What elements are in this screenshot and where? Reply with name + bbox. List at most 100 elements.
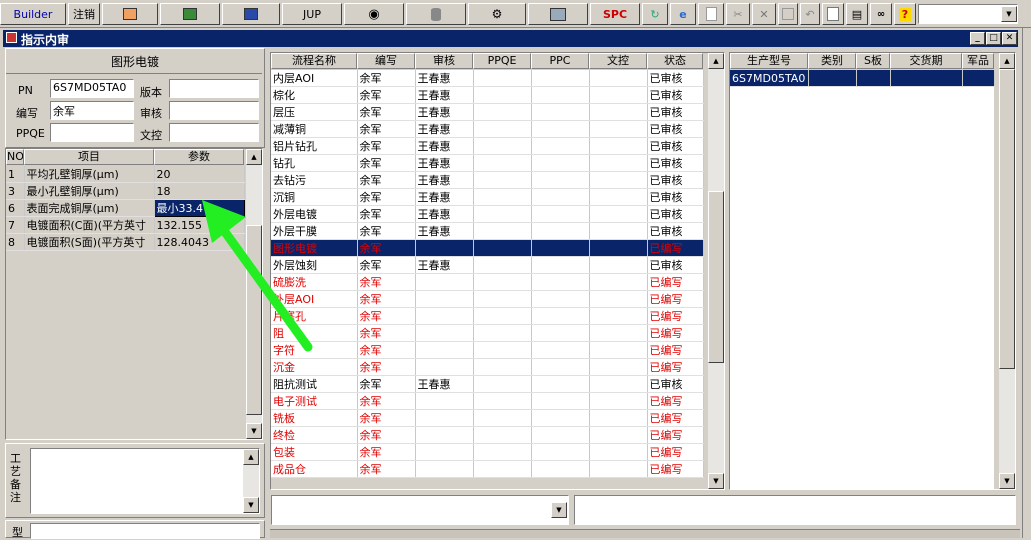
flow-reviewer-cell[interactable]: 王春惠: [415, 171, 474, 189]
flow-docctrl-cell[interactable]: [589, 188, 648, 206]
flow-reviewer-cell[interactable]: 王春惠: [415, 70, 474, 87]
flow-status-cell[interactable]: 已审核: [647, 222, 704, 240]
flow-reviewer-cell[interactable]: [415, 358, 474, 376]
flow-ppqe-cell[interactable]: [473, 154, 532, 172]
table-row[interactable]: 棕化 余军 王春惠 已审核: [271, 86, 704, 104]
flow-ppc-cell[interactable]: [531, 205, 590, 223]
flow-status-cell[interactable]: 已审核: [647, 86, 704, 104]
param-no-cell[interactable]: 6: [6, 199, 25, 217]
table-row[interactable]: 片塞孔余军已编写: [271, 307, 704, 325]
flow-author-cell[interactable]: 余军: [357, 188, 416, 206]
table-row[interactable]: 成品仓 余军 已编写: [271, 460, 704, 478]
flow-ppc-cell[interactable]: [531, 324, 590, 342]
bottom-combo[interactable]: ▼: [271, 495, 569, 525]
chevron-down-icon[interactable]: ▼: [1001, 6, 1017, 22]
flow-status-cell[interactable]: 已编写: [647, 358, 704, 376]
flow-reviewer-cell[interactable]: [415, 392, 474, 410]
param-item-cell[interactable]: 电镀面积(S面)(平方英寸: [24, 233, 155, 251]
flow-docctrl-cell[interactable]: [589, 239, 648, 257]
table-row[interactable]: 外层AOI 余军 已编写: [271, 290, 704, 308]
flow-col-name[interactable]: 流程名称: [271, 53, 357, 69]
table-row[interactable]: 外层干膜 余军 王春惠 已审核: [271, 222, 704, 240]
flow-ppc-cell[interactable]: [531, 137, 590, 155]
flow-author-cell[interactable]: 余军: [357, 460, 416, 478]
flow-docctrl-cell[interactable]: [589, 341, 648, 359]
product-col-model[interactable]: 生产型号: [730, 53, 808, 69]
toolbar-combo[interactable]: ▼: [918, 4, 1018, 24]
flow-ppqe-cell[interactable]: [473, 358, 532, 376]
flow-ppqe-cell[interactable]: [473, 205, 532, 223]
flow-ppc-cell[interactable]: [531, 443, 590, 461]
param-col-no[interactable]: NO: [6, 149, 24, 165]
powerpoint-button[interactable]: [102, 3, 158, 25]
flow-status-cell[interactable]: 已编写: [647, 239, 704, 257]
flow-status-cell[interactable]: 已编写: [647, 341, 704, 359]
scroll-down-icon[interactable]: ▼: [708, 473, 724, 489]
flow-docctrl-cell[interactable]: [589, 120, 648, 138]
minimize-button[interactable]: _: [970, 32, 985, 45]
flow-ppc-cell[interactable]: [531, 409, 590, 427]
flow-name-cell[interactable]: 减薄铜: [271, 120, 358, 138]
param-no-cell[interactable]: 1: [6, 166, 25, 183]
flow-ppqe-cell[interactable]: [473, 426, 532, 444]
flow-ppc-cell[interactable]: [531, 426, 590, 444]
flow-status-cell[interactable]: 已审核: [647, 256, 704, 274]
eye-button[interactable]: ◉: [344, 3, 404, 25]
flow-name-cell[interactable]: 终检: [271, 426, 358, 444]
table-row[interactable]: 6S7MD05TA0: [730, 70, 995, 87]
table-row[interactable]: 包装 余军 已编写: [271, 443, 704, 461]
param-no-cell[interactable]: 7: [6, 216, 25, 234]
flow-status-cell[interactable]: 已审核: [647, 188, 704, 206]
refresh-button[interactable]: ↻: [642, 3, 668, 25]
flow-reviewer-cell[interactable]: 王春惠: [415, 205, 474, 223]
flow-docctrl-cell[interactable]: [589, 137, 648, 155]
flow-author-cell[interactable]: 余军: [357, 273, 416, 291]
flow-author-cell[interactable]: 余军: [357, 409, 416, 427]
scroll-thumb[interactable]: [708, 191, 724, 363]
flow-name-cell[interactable]: 钻孔: [271, 154, 358, 172]
flow-status-cell[interactable]: 已编写: [647, 392, 704, 410]
flow-name-cell[interactable]: 内层AOI: [271, 70, 358, 87]
flow-status-cell[interactable]: 已编写: [647, 426, 704, 444]
flow-docctrl-cell[interactable]: [589, 426, 648, 444]
flow-docctrl-cell[interactable]: [589, 154, 648, 172]
product-col-category[interactable]: 类别: [808, 53, 856, 69]
computer-button[interactable]: [528, 3, 588, 25]
flow-ppc-cell[interactable]: [531, 120, 590, 138]
flow-docctrl-cell[interactable]: [589, 409, 648, 427]
flow-docctrl-cell[interactable]: [589, 392, 648, 410]
flow-docctrl-cell[interactable]: [589, 86, 648, 104]
chevron-down-icon[interactable]: ▼: [551, 502, 567, 518]
flow-docctrl-cell[interactable]: [589, 70, 648, 87]
flow-ppc-cell[interactable]: [531, 103, 590, 121]
flow-author-cell[interactable]: 余军: [357, 239, 416, 257]
param-item-cell[interactable]: 平均孔壁铜厚(μm): [24, 166, 155, 183]
flow-author-cell[interactable]: 余军: [357, 205, 416, 223]
flow-ppc-cell[interactable]: [531, 290, 590, 308]
builder-button[interactable]: Builder: [0, 3, 66, 25]
table-row[interactable]: 铣板 余军 已编写: [271, 409, 704, 427]
jup-button[interactable]: JUP: [282, 3, 342, 25]
flow-status-cell[interactable]: 已审核: [647, 171, 704, 189]
flow-ppc-cell[interactable]: [531, 188, 590, 206]
table-row[interactable]: 外层蚀刻 余军 王春惠 已审核: [271, 256, 704, 274]
flow-docctrl-cell[interactable]: [589, 358, 648, 376]
flow-col-reviewer[interactable]: 审核: [415, 53, 473, 69]
logout-button[interactable]: 注销: [68, 3, 100, 25]
flow-author-cell[interactable]: 余军: [357, 358, 416, 376]
flow-name-cell[interactable]: 阻抗测试: [271, 375, 358, 393]
preview-button[interactable]: [822, 3, 844, 25]
flow-ppqe-cell[interactable]: [473, 290, 532, 308]
table-row[interactable]: 图形电镀 余军 已编写: [271, 239, 704, 257]
flow-ppqe-cell[interactable]: [473, 137, 532, 155]
param-item-cell[interactable]: 最小孔壁铜厚(μm): [24, 182, 155, 200]
flow-ppc-cell[interactable]: [531, 341, 590, 359]
flow-reviewer-cell[interactable]: 王春惠: [415, 103, 474, 121]
table-row[interactable]: 电子测试 余军 已编写: [271, 392, 704, 410]
author-field[interactable]: 余军: [50, 101, 134, 120]
flow-author-cell[interactable]: 余军: [357, 103, 416, 121]
flow-ppqe-cell[interactable]: [473, 409, 532, 427]
spc-button[interactable]: SPC: [590, 3, 640, 25]
flow-author-cell[interactable]: 余军: [357, 154, 416, 172]
flow-docctrl-cell[interactable]: [589, 443, 648, 461]
